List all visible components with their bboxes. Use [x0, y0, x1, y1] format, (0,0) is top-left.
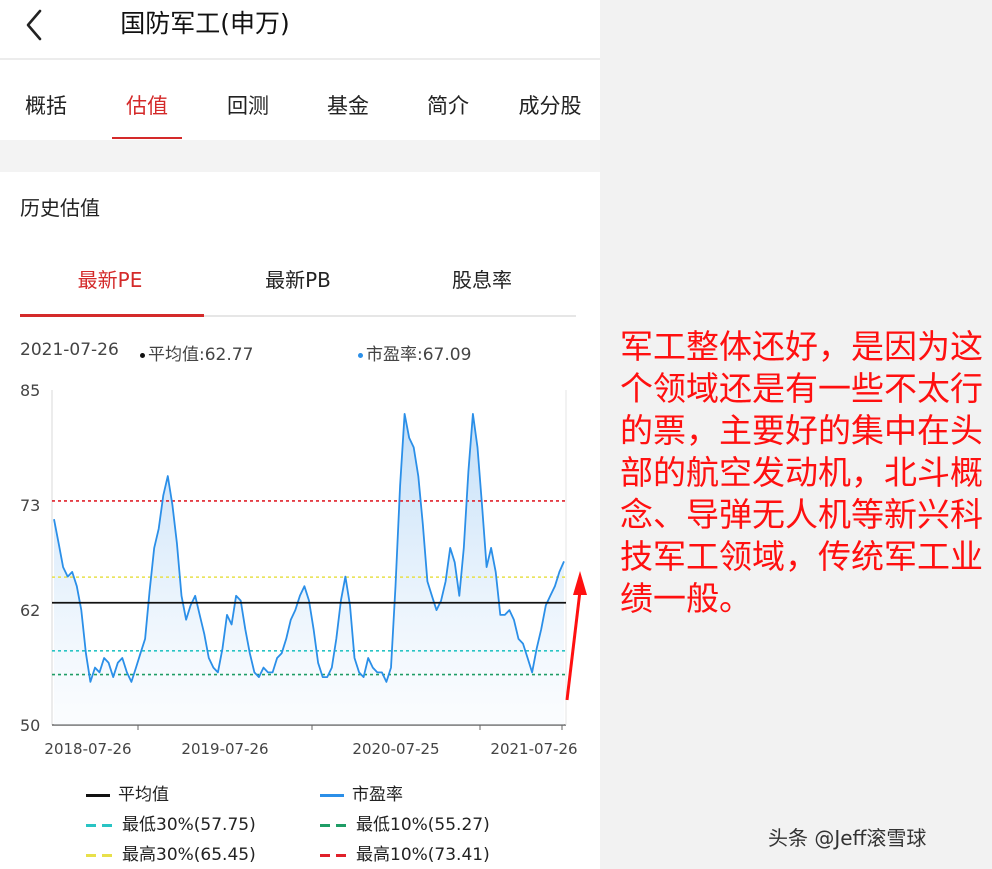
legend-low30-label: 最低30%(57.75): [122, 815, 256, 835]
arrow-shaft: [565, 590, 582, 701]
annotation-text: 军工整体还好，是因为这个领域还是有一些不太行的票，主要好的集中在头部的航空发动机…: [620, 327, 983, 618]
x-tick-label: 2019-07-26: [181, 740, 268, 758]
tab-overview[interactable]: 概括: [0, 90, 96, 120]
section-gap: [0, 140, 600, 172]
avg-dot-icon: [140, 352, 145, 358]
y-tick-label: 73: [20, 496, 40, 515]
legend-high30-swatch: [86, 853, 114, 857]
x-tick-label: 2018-07-26: [44, 740, 131, 758]
tab-constituents[interactable]: 成分股: [500, 90, 600, 120]
info-pe-text: 市盈率:67.09: [366, 345, 472, 365]
legend-high30: 最高30%(65.45): [86, 840, 256, 865]
info-avg: 平均值:62.77: [140, 340, 253, 365]
y-tick-label: 62: [20, 601, 40, 620]
legend-high10-swatch: [320, 853, 348, 857]
phone-screen: 国防军工(申万) 概括 估值 回测 基金 简介 成分股 历史估值 最新PE 最新…: [0, 0, 600, 869]
page-title: 国防军工(申万): [120, 9, 290, 38]
pe-history-chart[interactable]: 85 73 62 502018-07-26 2019-07-26 2020-07-25 20…: [0, 370, 600, 770]
legend-high10-label: 最高10%(73.41): [356, 845, 490, 865]
legend-pe: 市盈率: [320, 780, 403, 805]
legend-pe-label: 市盈率: [352, 785, 403, 805]
legend-high10: 最高10%(73.41): [320, 840, 490, 865]
valuation-subtabs: 最新PE 最新PB 股息率: [20, 240, 576, 318]
watermark: 头条 @Jeff滚雪球: [768, 826, 927, 850]
legend-low10-swatch: [320, 823, 348, 827]
tab-intro[interactable]: 简介: [398, 90, 498, 120]
info-pe: 市盈率:67.09: [358, 340, 471, 365]
annotation-arrow: [565, 571, 587, 701]
legend-low30: 最低30%(57.75): [86, 810, 256, 835]
legend-avg-swatch: [86, 793, 110, 797]
tab-funds[interactable]: 基金: [298, 90, 398, 120]
x-tick-label: 2021-07-26: [490, 740, 577, 758]
x-tick-label: 2020-07-25: [352, 740, 439, 758]
top-tabs: 概括 估值 回测 基金 简介 成分股: [0, 60, 600, 140]
legend-pe-swatch: [320, 793, 344, 797]
y-tick-label: 85: [20, 381, 40, 400]
y-tick-label: 50: [20, 716, 40, 735]
arrow-head-icon: [573, 571, 587, 595]
subtab-latest-pe[interactable]: 最新PE: [20, 264, 200, 293]
pe-dot-icon: [358, 352, 363, 358]
legend-low30-swatch: [86, 823, 114, 827]
info-avg-text: 平均值:62.77: [148, 345, 254, 365]
legend-avg: 平均值: [86, 780, 169, 805]
active-subtab-indicator: [20, 314, 204, 317]
subtab-latest-pb[interactable]: 最新PB: [208, 264, 388, 293]
legend-low10: 最低10%(55.27): [320, 810, 490, 835]
tab-backtest[interactable]: 回测: [198, 90, 298, 120]
tab-valuation[interactable]: 估值: [97, 90, 197, 120]
legend-avg-label: 平均值: [118, 785, 169, 805]
subtab-dividend-yield[interactable]: 股息率: [392, 264, 572, 293]
info-date: 2021-07-26: [20, 340, 119, 360]
active-tab-indicator: [112, 137, 182, 139]
header: 国防军工(申万): [0, 0, 600, 58]
legend-high30-label: 最高30%(65.45): [122, 845, 256, 865]
section-title: 历史估值: [20, 196, 100, 220]
legend-low10-label: 最低10%(55.27): [356, 815, 490, 835]
